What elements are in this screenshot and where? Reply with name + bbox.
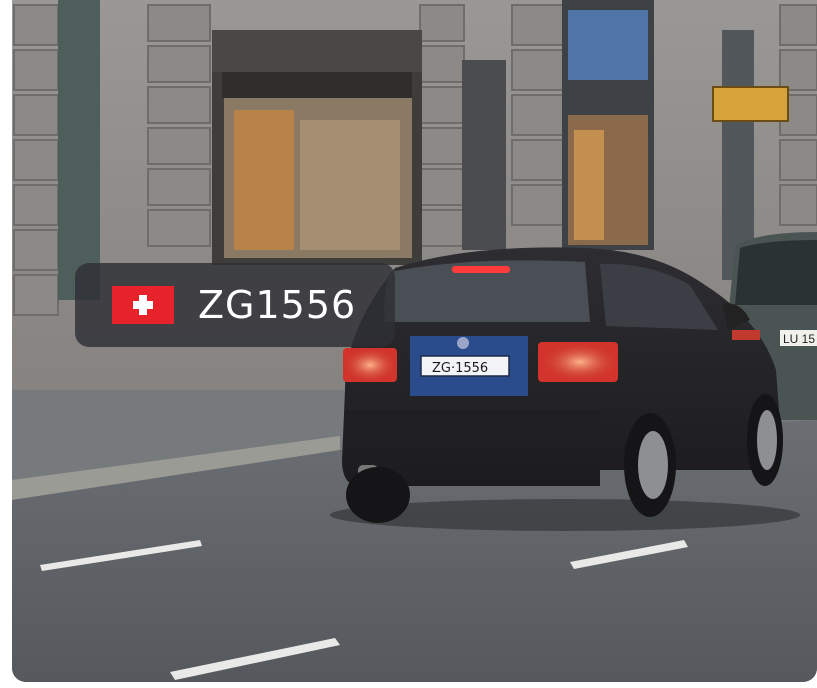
right-car-plate-text: LU 15 (783, 332, 815, 346)
detected-plate-number: ZG1556 (198, 283, 357, 327)
brand-emblem (457, 337, 469, 349)
swiss-flag-icon (112, 286, 174, 324)
street-photo: LU 15 ZG·1556 ZG1556 (12, 0, 817, 682)
rear-plate-text: ZG·1556 (432, 361, 488, 376)
hanging-sign (712, 86, 789, 122)
plate-detection-badge: ZG1556 (75, 263, 395, 347)
photo-frame: LU 15 ZG·1556 ZG1556 (0, 0, 817, 688)
left-window (58, 0, 100, 300)
center-window (462, 60, 506, 250)
